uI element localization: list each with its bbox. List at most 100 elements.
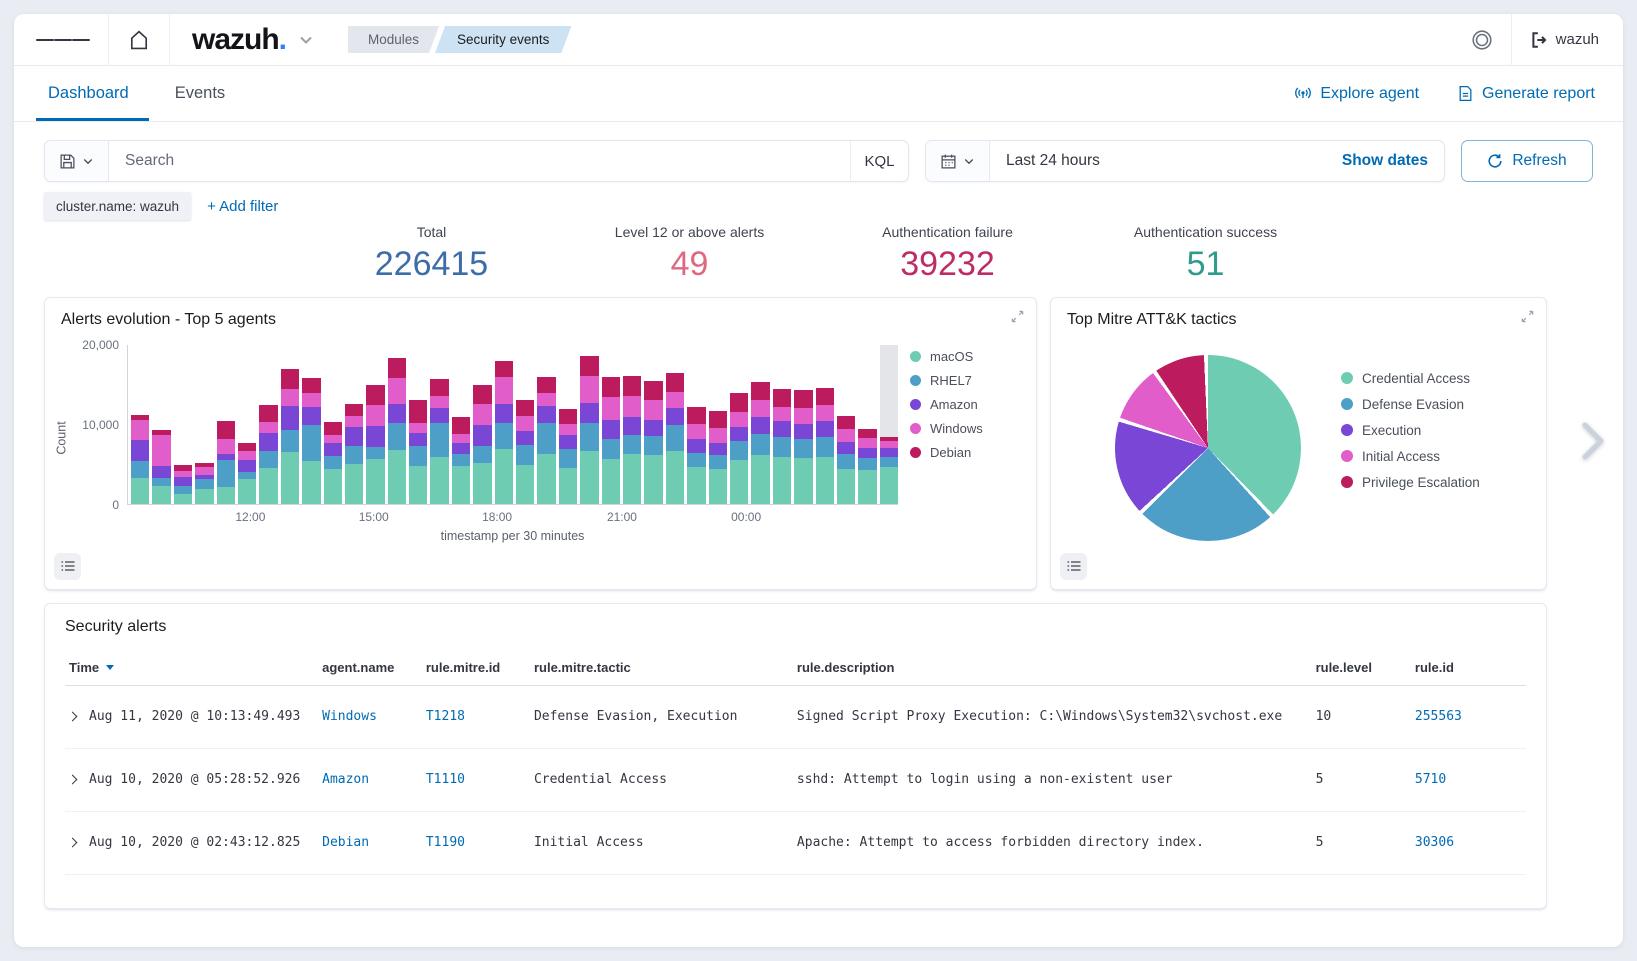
plot-column: 12:0015:0018:0021:0000:00 timestamp per …: [127, 333, 898, 543]
bar-stack[interactable]: [324, 345, 342, 504]
column-header-agent-name[interactable]: agent.name: [322, 660, 426, 675]
rule-id-link[interactable]: 255563: [1415, 709, 1462, 724]
bar-stack[interactable]: [238, 345, 256, 504]
generate-report-button[interactable]: Generate report: [1457, 85, 1595, 103]
bar-stack[interactable]: [131, 345, 149, 504]
bar-stack[interactable]: [430, 345, 448, 504]
expand-icon[interactable]: [1010, 309, 1025, 324]
breadcrumb-modules[interactable]: Modules: [348, 26, 439, 53]
bar-stack[interactable]: [730, 345, 748, 504]
bar-stack[interactable]: [794, 345, 812, 504]
legend-item-credential-access[interactable]: Credential Access: [1341, 371, 1480, 386]
time-range-value[interactable]: Last 24 hours: [990, 141, 1326, 181]
add-filter-button[interactable]: + Add filter: [207, 198, 278, 215]
breadcrumb-security-events[interactable]: Security events: [435, 26, 571, 53]
saved-queries-button[interactable]: [45, 141, 109, 181]
legend-item-privilege-escalation[interactable]: Privilege Escalation: [1341, 475, 1480, 490]
legend-item-macos[interactable]: macOS: [910, 349, 1024, 364]
agent-link[interactable]: Amazon: [322, 772, 369, 787]
column-header-rule-description[interactable]: rule.description: [797, 660, 1316, 675]
bar-stack[interactable]: [217, 345, 235, 504]
screen: wazuh. Modules Security events wazuh Das…: [0, 0, 1637, 961]
column-header-rule-id[interactable]: rule.id: [1415, 660, 1526, 675]
bar-stack[interactable]: [302, 345, 320, 504]
bar-stack[interactable]: [537, 345, 555, 504]
chevron-down-icon[interactable]: [290, 24, 322, 56]
agent-link[interactable]: Debian: [322, 835, 369, 850]
column-header-rule-level[interactable]: rule.level: [1316, 660, 1415, 675]
bar-stack[interactable]: [559, 345, 577, 504]
bar-segment-rhel7: [217, 460, 235, 487]
bar-stack[interactable]: [623, 345, 641, 504]
sort-desc-icon[interactable]: [106, 665, 114, 670]
expand-row-icon[interactable]: [68, 838, 78, 848]
bar-stack[interactable]: [388, 345, 406, 504]
bar-stack[interactable]: [644, 345, 662, 504]
explore-agent-button[interactable]: Explore agent: [1294, 85, 1419, 103]
mitre-id-link[interactable]: T1190: [426, 835, 465, 850]
filter-chip-cluster-name[interactable]: cluster.name: wazuh: [44, 192, 191, 220]
stat-value[interactable]: 51: [1077, 244, 1335, 285]
home-icon[interactable]: [121, 22, 157, 58]
column-header-rule-mitre-id[interactable]: rule.mitre.id: [426, 660, 534, 675]
bar-stack[interactable]: [473, 345, 491, 504]
refresh-button[interactable]: Refresh: [1461, 140, 1593, 182]
bar-stack[interactable]: [195, 345, 213, 504]
bar-stack[interactable]: [837, 345, 855, 504]
bar-stack[interactable]: [602, 345, 620, 504]
stat-value[interactable]: 49: [561, 244, 819, 285]
column-header-time[interactable]: Time: [65, 660, 322, 675]
column-header-rule-mitre-tactic[interactable]: rule.mitre.tactic: [534, 660, 797, 675]
legend-item-initial-access[interactable]: Initial Access: [1341, 449, 1480, 464]
bar-stack[interactable]: [366, 345, 384, 504]
rule-id-link[interactable]: 30306: [1415, 835, 1454, 850]
bar-stack[interactable]: [495, 345, 513, 504]
legend-item-rhel7[interactable]: RHEL7: [910, 373, 1024, 388]
search-input[interactable]: [109, 141, 850, 181]
pie-graphic[interactable]: [1115, 355, 1301, 541]
legend-dot: [910, 423, 921, 434]
bar-stack[interactable]: [409, 345, 427, 504]
legend-item-windows[interactable]: Windows: [910, 421, 1024, 436]
health-status-icon[interactable]: [1465, 23, 1499, 57]
legend-item-execution[interactable]: Execution: [1341, 423, 1480, 438]
legend-toggle-icon[interactable]: [1060, 553, 1087, 580]
menu-icon[interactable]: [30, 31, 96, 49]
expand-row-icon[interactable]: [68, 712, 78, 722]
show-dates-button[interactable]: Show dates: [1326, 141, 1444, 181]
bar-stack[interactable]: [773, 345, 791, 504]
logout-button[interactable]: wazuh: [1524, 25, 1605, 55]
bar-stack[interactable]: [687, 345, 705, 504]
bar-stack[interactable]: [880, 345, 898, 504]
agent-link[interactable]: Windows: [322, 709, 377, 724]
tab-events[interactable]: Events: [169, 66, 231, 121]
stat-value[interactable]: 226415: [303, 244, 561, 285]
expand-row-icon[interactable]: [68, 775, 78, 785]
bar-stack[interactable]: [709, 345, 727, 504]
bar-stack[interactable]: [259, 345, 277, 504]
bar-stack[interactable]: [516, 345, 534, 504]
legend-toggle-icon[interactable]: [54, 553, 81, 580]
mitre-id-link[interactable]: T1110: [426, 772, 465, 787]
mitre-id-link[interactable]: T1218: [426, 709, 465, 724]
calendar-button[interactable]: [926, 141, 990, 181]
bar-stack[interactable]: [281, 345, 299, 504]
bar-stack[interactable]: [152, 345, 170, 504]
expand-icon[interactable]: [1520, 309, 1535, 324]
legend-item-amazon[interactable]: Amazon: [910, 397, 1024, 412]
tab-dashboard[interactable]: Dashboard: [42, 66, 135, 121]
bar-stack[interactable]: [666, 345, 684, 504]
carousel-next-icon[interactable]: [1579, 417, 1607, 465]
bar-stack[interactable]: [580, 345, 598, 504]
rule-id-link[interactable]: 5710: [1415, 772, 1446, 787]
legend-item-debian[interactable]: Debian: [910, 445, 1024, 460]
stat-value[interactable]: 39232: [819, 244, 1077, 285]
bar-stack[interactable]: [452, 345, 470, 504]
bar-stack[interactable]: [345, 345, 363, 504]
bar-stack[interactable]: [858, 345, 876, 504]
legend-item-defense-evasion[interactable]: Defense Evasion: [1341, 397, 1480, 412]
bar-stack[interactable]: [751, 345, 769, 504]
kql-button[interactable]: KQL: [850, 141, 908, 181]
bar-stack[interactable]: [174, 345, 192, 504]
bar-stack[interactable]: [816, 345, 834, 504]
